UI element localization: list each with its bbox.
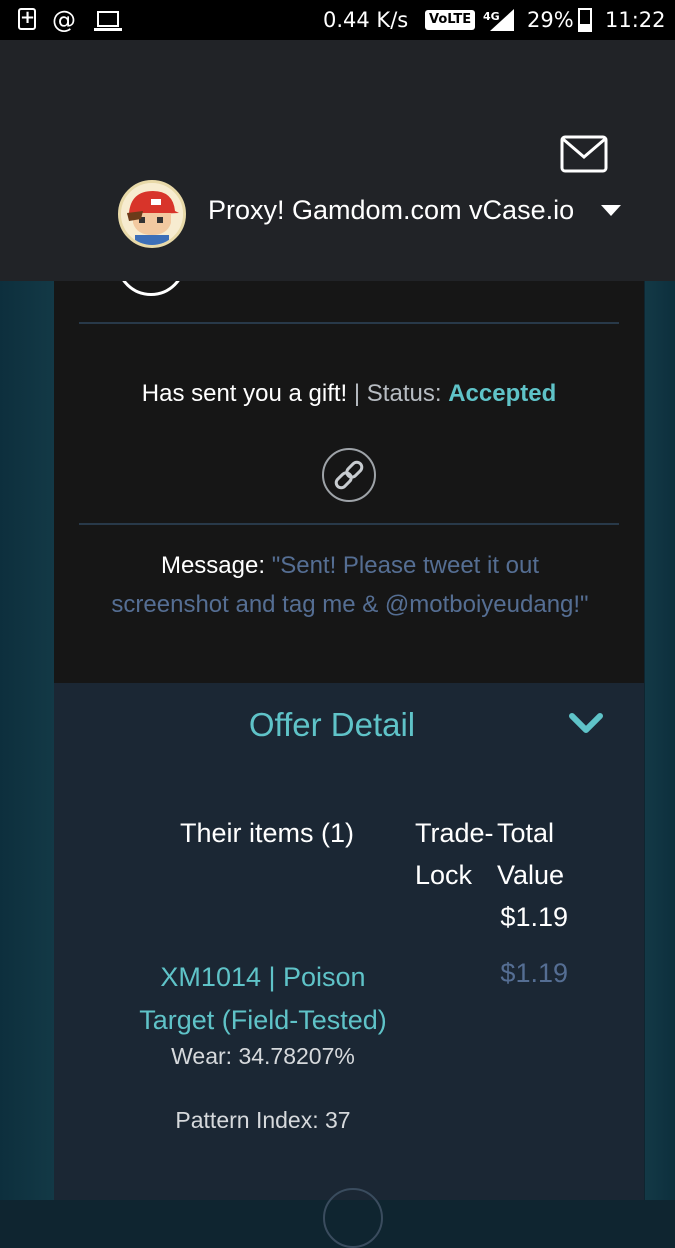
offer-detail-title[interactable]: Offer Detail: [54, 706, 610, 744]
volte-badge: VoLTE: [425, 10, 476, 30]
their-items-header: Their items (1): [180, 818, 355, 848]
user-name[interactable]: Proxy! Gamdom.com vCase.io: [208, 195, 574, 226]
at-icon: @: [52, 6, 76, 34]
total-value-header: Total Value: [497, 818, 565, 890]
caret-down-icon[interactable]: [601, 205, 621, 216]
battery-fill: [580, 24, 590, 30]
item-wear: Wear: 34.78207%: [171, 1043, 355, 1069]
link-icon: [334, 460, 364, 490]
link-button[interactable]: [322, 448, 376, 502]
signal-icon: [490, 9, 514, 31]
battery-icon: [578, 8, 592, 32]
gift-text: Has sent you a gift!: [141, 380, 348, 407]
item-price: $1.19: [500, 958, 568, 988]
item-name-link[interactable]: XM1014 | Poison Target (Field-Tested): [120, 956, 406, 1042]
status-value: Accepted: [448, 380, 557, 407]
gift-message: Message: "Sent! Please tweet it out scre…: [100, 546, 600, 624]
bottom-action-circle[interactable]: [323, 1188, 383, 1248]
separator: |: [353, 380, 361, 407]
status-label: Status:: [366, 380, 442, 407]
mail-icon[interactable]: [560, 135, 608, 173]
card-divider-top: [79, 322, 619, 324]
total-value-amount: $1.19: [500, 902, 568, 932]
laptop-icon: [94, 11, 122, 31]
clock: 11:22: [605, 8, 666, 32]
network-speed: 0.44 K/s: [323, 8, 409, 32]
chevron-down-icon[interactable]: [568, 711, 604, 737]
background-left: [0, 280, 55, 1200]
avatar[interactable]: [118, 180, 186, 248]
status-bar: + @ 0.44 K/s VoLTE 4G 29% 11:22: [0, 0, 675, 40]
item-pattern-index: Pattern Index: 37: [175, 1107, 351, 1133]
card-divider-bottom: [79, 523, 619, 525]
background-right: [645, 280, 675, 1200]
plus-icon: +: [18, 7, 36, 30]
avatar-image: [121, 183, 183, 245]
battery-percent: 29%: [527, 8, 574, 32]
gift-status-line: Has sent you a gift! | Status: Accepted: [54, 380, 644, 408]
trade-lock-header: Trade- Lock: [415, 818, 494, 890]
message-label: Message:: [160, 552, 266, 579]
